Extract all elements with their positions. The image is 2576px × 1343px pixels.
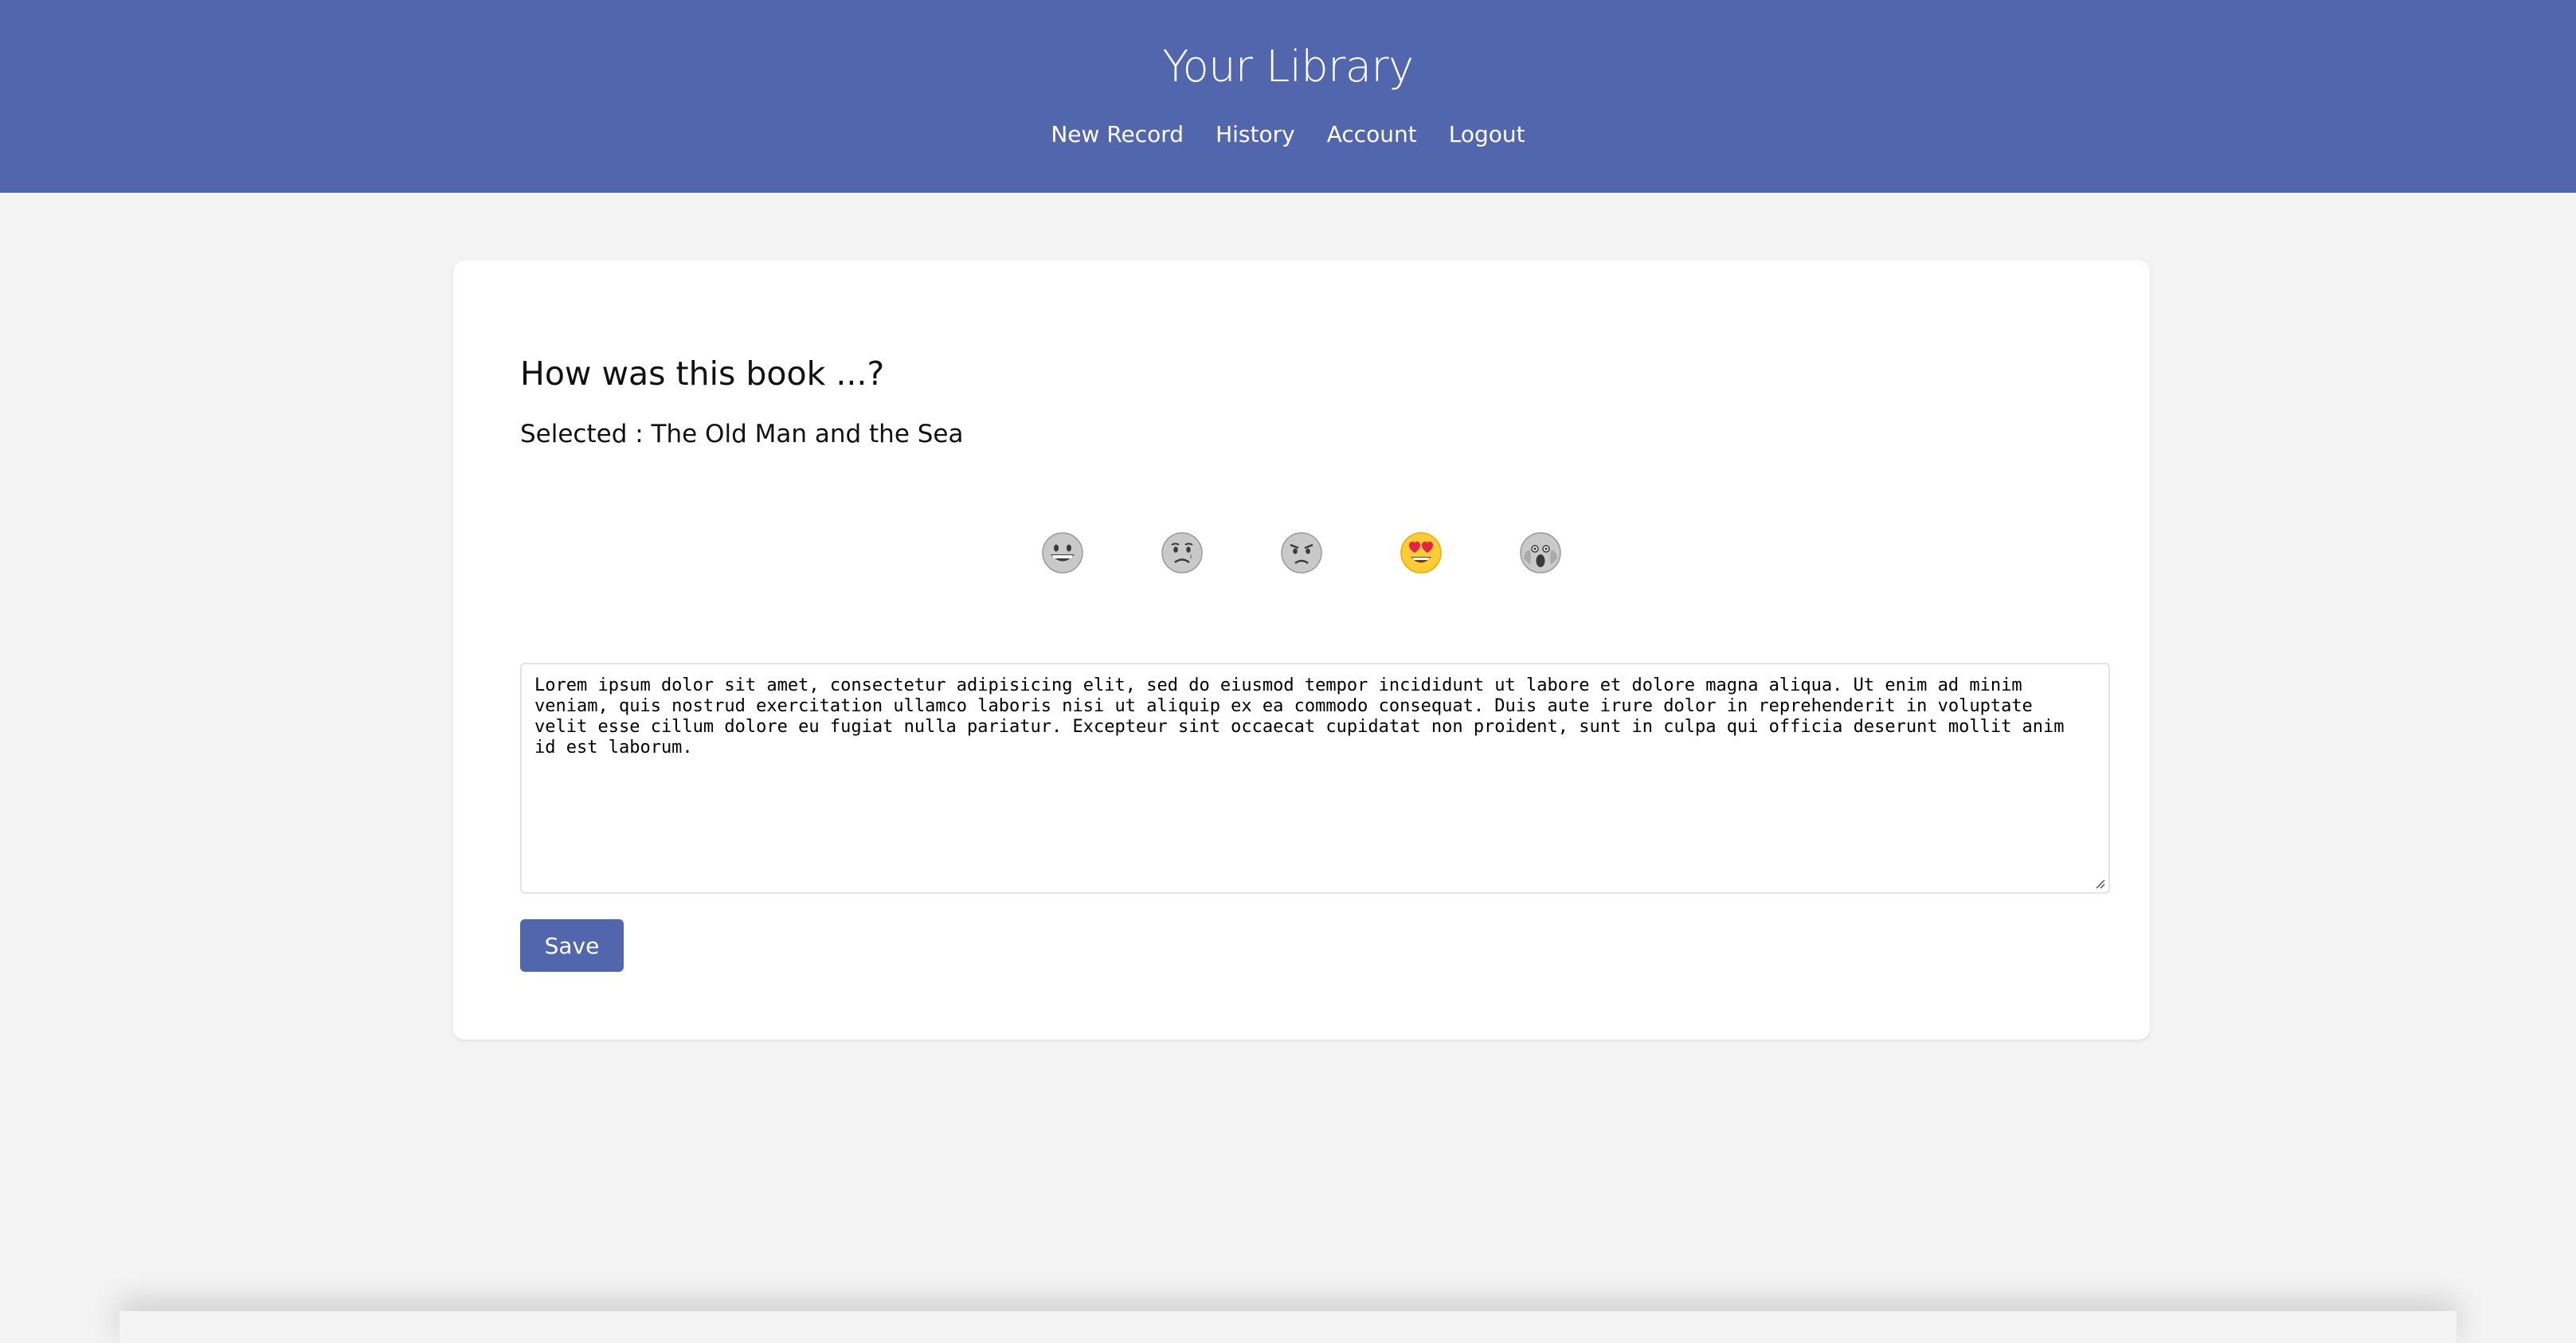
selected-label: Selected : (520, 420, 652, 448)
screaming-face-icon[interactable] (1519, 531, 1562, 574)
save-button[interactable]: Save (520, 919, 624, 972)
bottom-shadow (119, 1311, 2457, 1343)
selected-book-line: Selected : The Old Man and the Sea (520, 420, 964, 448)
emoji-rating-row (453, 531, 2150, 574)
grinning-face-icon[interactable] (1041, 531, 1084, 574)
crying-face-icon[interactable] (1161, 531, 1204, 574)
resize-handle-icon[interactable] (2093, 876, 2105, 889)
nav-link-logout[interactable]: Logout (1449, 121, 1525, 147)
heart-eyes-face-icon[interactable] (1400, 531, 1443, 574)
angry-face-icon[interactable] (1280, 531, 1323, 574)
app-header: Your Library New Record History Account … (0, 0, 2576, 193)
review-textarea-container: Lorem ipsum dolor sit amet, consectetur … (520, 663, 2110, 894)
review-textarea[interactable]: Lorem ipsum dolor sit amet, consectetur … (522, 664, 2108, 892)
question-heading: How was this book ...? (520, 354, 885, 393)
nav-link-account[interactable]: Account (1327, 121, 1417, 147)
selected-book-title: The Old Man and the Sea (651, 420, 964, 448)
main-nav: New Record History Account Logout (0, 121, 2576, 147)
nav-link-history[interactable]: History (1216, 121, 1295, 147)
app-title: Your Library (1162, 41, 1414, 92)
review-card: How was this book ...? Selected : The Ol… (453, 260, 2150, 1040)
nav-link-new-record[interactable]: New Record (1051, 121, 1184, 147)
